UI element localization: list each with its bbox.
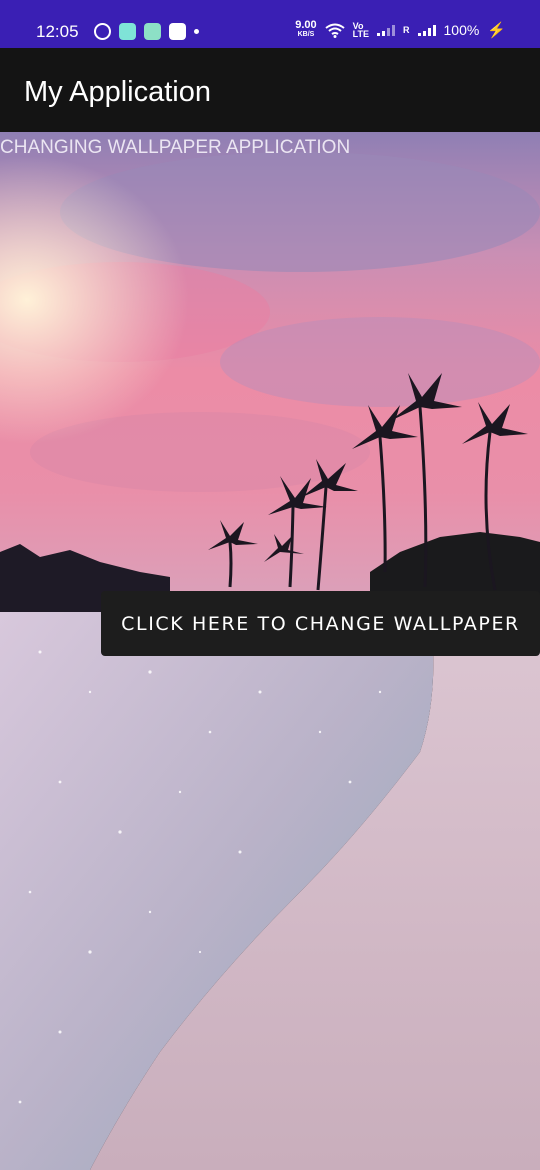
net-speed: 9.00 KB/S: [295, 19, 317, 39]
charging-icon: ⚡: [487, 22, 506, 39]
volte-indicator: Vo LTE: [352, 22, 369, 39]
signal-icon: [417, 24, 436, 36]
app-icon: [119, 23, 136, 40]
notification-icons: [94, 23, 199, 40]
main-content: CHANGING WALLPAPER APPLICATION CLICK HER…: [0, 132, 540, 1170]
app-icon: [144, 23, 161, 40]
dot-icon: [194, 29, 199, 34]
wifi-icon: [325, 23, 345, 38]
signal-icon: [377, 24, 395, 36]
status-bar: 12:05 9.00 KB/S Vo LTE R 100% ⚡: [0, 0, 540, 48]
app-title: My Application: [24, 76, 211, 108]
battery-level: 100%: [443, 22, 480, 38]
app-banner-text: CHANGING WALLPAPER APPLICATION: [0, 137, 351, 158]
gallery-icon: [169, 23, 186, 40]
volte-bottom: LTE: [352, 29, 369, 39]
app-bar: My Application: [0, 48, 540, 132]
whatsapp-icon: [94, 23, 111, 40]
change-wallpaper-button[interactable]: CLICK HERE TO CHANGE WALLPAPER: [101, 591, 540, 656]
net-speed-value: 9.00: [295, 19, 317, 31]
status-time: 12:05: [36, 22, 79, 41]
net-speed-unit: KB/S: [297, 31, 315, 38]
status-right: 9.00 KB/S Vo LTE R 100% ⚡: [295, 19, 506, 40]
roaming-indicator: R: [403, 25, 410, 35]
